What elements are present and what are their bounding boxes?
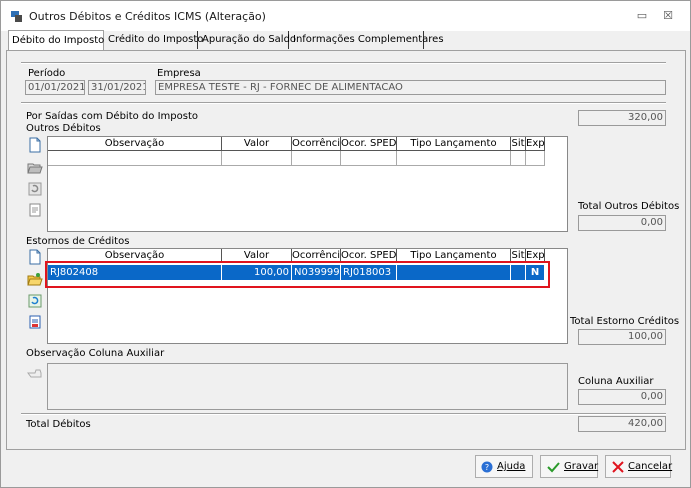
highlight-box (45, 261, 550, 288)
total-estorno-creditos-label: Total Estorno Créditos (570, 316, 680, 327)
window-title: Outros Débitos e Créditos ICMS (Alteraçã… (29, 10, 266, 23)
pointing-hand-icon[interactable] (27, 365, 43, 381)
close-x-icon (612, 461, 624, 473)
tab-credito-imposto[interactable]: Crédito do Imposto (105, 31, 203, 49)
gravar-label: Gravar (564, 461, 599, 472)
tab-debito-imposto[interactable]: Débito do Imposto (8, 30, 104, 50)
edit-document-icon[interactable] (27, 202, 43, 218)
col-header-valor[interactable]: Valor (222, 137, 292, 151)
table-cell[interactable] (341, 151, 397, 166)
ajuda-label: Ajuda (497, 461, 526, 472)
tab-informacoes-complementares[interactable]: Informações Complementares (290, 31, 444, 49)
new-document-icon[interactable] (27, 249, 43, 265)
divider (21, 62, 666, 64)
saidas-value-field[interactable]: 320,00 (578, 110, 666, 126)
observacao-auxiliar-textarea[interactable] (47, 363, 568, 410)
total-debitos-label: Total Débitos (26, 419, 91, 430)
gravar-button[interactable]: Gravar (540, 455, 598, 478)
col-header-ocor-sped[interactable]: Ocor. SPED (341, 137, 397, 151)
col-header-observacao[interactable]: Observação (48, 137, 222, 151)
table-cell[interactable] (222, 151, 292, 166)
table-cell[interactable] (48, 151, 222, 166)
outros-debitos-label: Outros Débitos (26, 123, 101, 134)
cancelar-button[interactable]: Cancelar (605, 455, 673, 478)
table-cell[interactable] (511, 151, 526, 166)
minimize-button[interactable]: ▭ (631, 7, 653, 25)
edit-document-icon[interactable] (27, 314, 43, 330)
table-cell[interactable] (526, 151, 545, 166)
divider (21, 413, 666, 415)
new-document-icon[interactable] (27, 137, 43, 153)
tab-bar: Débito do Imposto Crédito do Imposto Apu… (6, 30, 686, 51)
periodo-inicio-field[interactable]: 01/01/2021 (25, 80, 85, 95)
title-bar: Outros Débitos e Créditos ICMS (Alteraçã… (1, 1, 690, 31)
periodo-label: Período (28, 68, 66, 79)
cancelar-label: Cancelar (628, 461, 673, 472)
divider (21, 102, 666, 104)
table-row[interactable] (48, 151, 545, 167)
col-header-sit[interactable]: Sit (511, 137, 526, 151)
svg-text:?: ? (485, 463, 489, 472)
ajuda-button[interactable]: ? Ajuda (475, 455, 533, 478)
tab-apuracao-saldo[interactable]: Apuração do Saldo (199, 31, 296, 49)
observacao-auxiliar-label: Observação Coluna Auxiliar (26, 348, 165, 359)
col-header-tipo-lancamento[interactable]: Tipo Lançamento (397, 137, 511, 151)
empresa-label: Empresa (157, 68, 201, 79)
periodo-fim-field[interactable]: 31/01/2021 (88, 80, 146, 95)
outros-debitos-grid: Observação Valor Ocorrência Ocor. SPED T… (47, 136, 568, 232)
total-debitos-field[interactable]: 420,00 (578, 416, 666, 432)
close-button[interactable]: ☒ (657, 7, 679, 25)
coluna-auxiliar-field[interactable]: 0,00 (578, 389, 666, 405)
help-icon: ? (481, 461, 493, 473)
refresh-icon[interactable] (27, 181, 43, 197)
checkmark-icon (547, 462, 560, 473)
table-cell[interactable] (292, 151, 341, 166)
col-header-ocorrencia[interactable]: Ocorrência (292, 137, 341, 151)
total-outros-debitos-label: Total Outros Débitos (578, 201, 680, 212)
open-folder-icon[interactable] (27, 271, 43, 287)
empresa-field[interactable]: EMPRESA TESTE - RJ - FORNEC DE ALIMENTAC… (155, 80, 666, 95)
saidas-label: Por Saídas com Débito do Imposto (26, 111, 198, 122)
app-icon (11, 11, 22, 22)
table-cell[interactable] (397, 151, 511, 166)
refresh-icon[interactable] (27, 293, 43, 309)
total-estorno-creditos-field[interactable]: 100,00 (578, 329, 666, 345)
coluna-auxiliar-label: Coluna Auxiliar (578, 376, 654, 387)
estornos-label: Estornos de Créditos (26, 236, 130, 247)
col-header-exp[interactable]: Exp (526, 137, 545, 151)
total-outros-debitos-field[interactable]: 0,00 (578, 215, 666, 231)
dialog-window: Outros Débitos e Créditos ICMS (Alteraçã… (0, 0, 691, 488)
open-folder-icon[interactable] (27, 159, 43, 175)
